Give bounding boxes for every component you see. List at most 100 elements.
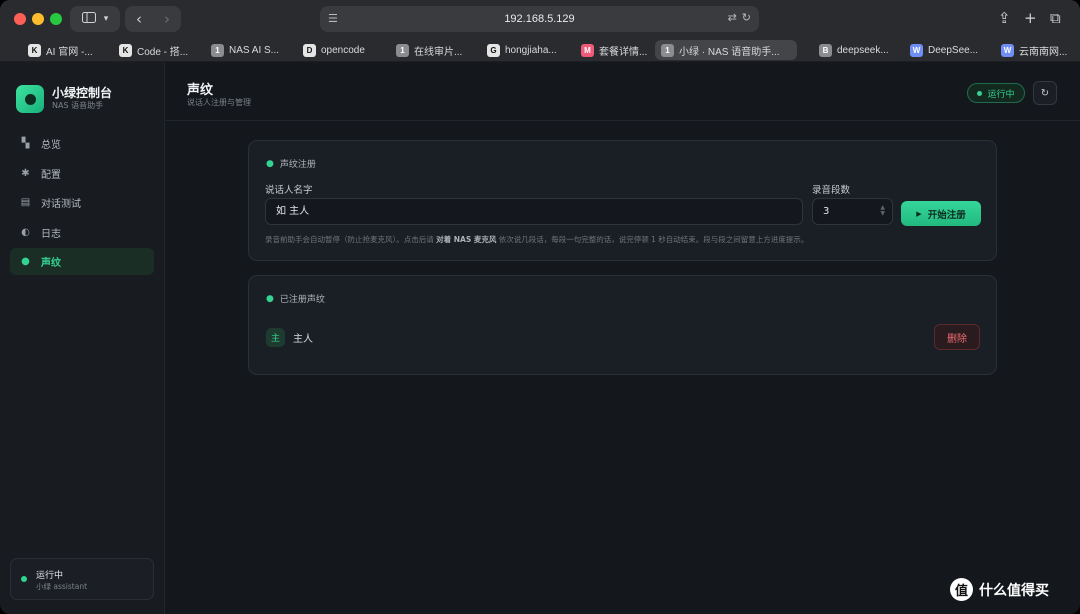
tab-favicon-icon: G <box>487 43 500 57</box>
status-title: 运行中 <box>36 571 64 581</box>
status-dot-icon <box>977 90 983 96</box>
list-item: 主 主人 <box>266 328 313 347</box>
tab-favicon-icon: W <box>1001 43 1014 57</box>
new-tab-icon[interactable]: + <box>1024 9 1037 27</box>
register-hint: 录音前助手会自动暂停（防止抢麦克风）。点击后请 对着 NAS 麦克风 依次说几段… <box>265 234 808 245</box>
hint-text: 依次说几段话，每段一句完整的话，说完停顿 1 秒自动结束。段与段之间留意上方进度… <box>496 235 809 244</box>
browser-tab[interactable]: Ghongjiaha... <box>481 40 561 60</box>
play-icon: ▶ <box>916 209 922 218</box>
grid-icon: ▚ <box>21 138 30 149</box>
tab-label: AI 官网 -... <box>46 46 93 58</box>
sidebar-status-card: 运行中 小绿 assistant <box>10 558 154 600</box>
sidebar-nav: ▚ 总览 ✱ 配置 ▤ 对话测试 ◐ 日志 ● 声纹 <box>10 130 154 278</box>
voiceprint-icon: ● <box>266 158 274 169</box>
brand-logo-icon <box>16 85 44 113</box>
brand-title: 小绿控制台 <box>52 86 113 100</box>
browser-tab[interactable]: Dopencode <box>297 40 377 60</box>
translate-icon[interactable]: ⇄ <box>728 11 737 24</box>
speaker-name-input[interactable]: 如 主人 <box>265 198 803 225</box>
app-root: 小绿控制台 NAS 语音助手 ▚ 总览 ✱ 配置 ▤ 对话测试 ◐ 日志 ● 声… <box>0 62 1080 614</box>
tab-label: 套餐详情... <box>599 46 648 58</box>
browser-tab[interactable]: W 云南南网... <box>995 40 1075 60</box>
voiceprint-name: 主人 <box>293 334 313 345</box>
sidebar-item-config[interactable]: ✱ 配置 <box>10 160 154 187</box>
status-badge: 运行中 <box>967 83 1025 103</box>
brand: 小绿控制台 NAS 语音助手 <box>16 85 112 113</box>
address-bar[interactable]: ☰ 192.168.5.129 ⇄ ↻ <box>320 6 759 32</box>
hint-text: 录音前助手会自动暂停（防止抢麦克风）。点击后请 <box>265 235 437 244</box>
watermark-logo: 值 <box>950 578 973 601</box>
brand-subtitle: NAS 语音助手 <box>52 101 104 110</box>
sidebar-item-chat-test[interactable]: ▤ 对话测试 <box>10 189 154 216</box>
chat-icon: ▤ <box>20 197 31 208</box>
tab-favicon-icon: 1 <box>661 43 674 57</box>
sidebar-item-label: 总览 <box>41 140 61 151</box>
forward-arrow-icon[interactable]: › <box>164 10 170 28</box>
status-badge-label: 运行中 <box>987 89 1015 100</box>
segments-value: 3 <box>823 206 830 217</box>
browser-tab[interactable]: K AI 官网 -... <box>22 40 104 60</box>
browser-tab[interactable]: 1 在线审片... <box>390 40 470 60</box>
delete-button[interactable]: 删除 <box>934 324 980 350</box>
share-icon[interactable]: ⇪ <box>998 9 1011 27</box>
page-subtitle: 说话人注册与管理 <box>187 98 251 107</box>
tab-favicon-icon: K <box>28 43 41 57</box>
tab-favicon-icon: B <box>819 43 832 57</box>
sidebar-item-label: 配置 <box>41 169 61 181</box>
sidebar-toggle-button[interactable]: ▾ <box>70 6 120 32</box>
card-heading: ● 声纹注册 <box>266 157 316 171</box>
refresh-icon: ↻ <box>1040 87 1050 99</box>
address-text: 192.168.5.129 <box>504 13 575 25</box>
tab-favicon-icon: D <box>303 43 316 57</box>
tab-label: hongjiaha... <box>505 44 557 56</box>
page-title: 声纹 <box>187 83 214 98</box>
hint-emphasis: 对着 NAS 麦克风 <box>436 235 497 244</box>
tab-overview-icon[interactable]: ⧉ <box>1050 9 1061 27</box>
sidebar-item-label: 日志 <box>41 228 61 240</box>
page-header: 声纹 说话人注册与管理 运行中 ↻ <box>166 62 1080 121</box>
status-subtitle: 小绿 assistant <box>36 582 88 591</box>
tab-label: deepseek... <box>837 44 889 56</box>
segments-label: 录音段数 <box>812 185 851 196</box>
tab-bar: K AI 官网 -... K Code - 搭... 1 NAS AI S... Dopen… <box>0 38 1080 62</box>
start-register-label: 开始注册 <box>927 209 966 221</box>
browser-tab[interactable]: 1 小绿 · NAS 语音助手... <box>655 40 797 60</box>
tab-favicon-icon: 1 <box>396 43 409 57</box>
close-window-button[interactable] <box>14 13 26 25</box>
sidebar-item-overview[interactable]: ▚ 总览 <box>10 130 154 157</box>
sidebar-item-label: 对话测试 <box>41 199 81 210</box>
card-heading: ● 已注册声纹 <box>266 292 325 306</box>
segments-number-input[interactable]: 3 ▲ ▼ <box>812 198 893 225</box>
browser-tab[interactable]: 1 NAS AI S... <box>205 40 285 60</box>
browser-tab[interactable]: K Code - 搭... <box>113 40 195 60</box>
voiceprint-register-card: ● 声纹注册 说话人名字 录音段数 如 主人 3 ▲ ▼ ▶ 开始注册 录音前助手… <box>248 140 997 261</box>
sidebar-item-label: 声纹 <box>41 258 61 269</box>
reload-icon[interactable]: ↻ <box>742 11 751 24</box>
user-icon: ● <box>266 293 274 304</box>
back-arrow-icon[interactable]: ‹ <box>136 10 142 28</box>
sidebar-item-logs[interactable]: ◐ 日志 <box>10 219 154 246</box>
browser-tab[interactable]: W DeepSee... <box>904 40 984 60</box>
stepper-arrows-icon[interactable]: ▲ ▼ <box>880 205 885 217</box>
page-settings-icon[interactable]: ☰ <box>328 12 338 25</box>
watermark: 值 什么值得买 <box>950 578 1049 601</box>
chevron-down-icon: ▾ <box>103 14 109 24</box>
sidebar-item-voiceprint[interactable]: ● 声纹 <box>10 248 154 275</box>
registered-voiceprints-card: ● 已注册声纹 主 主人 删除 <box>248 275 997 375</box>
zoom-window-button[interactable] <box>50 13 62 25</box>
gear-icon: ✱ <box>21 167 30 179</box>
browser-tab[interactable]: Bdeepseek... <box>813 40 893 60</box>
navigation-buttons: ‹ › <box>125 6 181 32</box>
browser-tab[interactable]: M 套餐详情... <box>575 40 655 60</box>
minimize-window-button[interactable] <box>32 13 44 25</box>
tab-label: NAS AI S... <box>229 44 280 56</box>
start-register-button[interactable]: ▶ 开始注册 <box>901 201 981 226</box>
sidebar-icon <box>81 11 96 27</box>
tab-favicon-icon: W <box>910 43 923 57</box>
browser-window: ▾ ‹ › ☰ 192.168.5.129 ⇄ ↻ ⇪ + ⧉ K AI 官网 -… <box>0 0 1080 614</box>
card-heading-label: 已注册声纹 <box>279 295 325 305</box>
half-circle-icon: ◐ <box>21 226 30 238</box>
avatar: 主 <box>266 328 285 347</box>
browser-toolbar: ▾ ‹ › ☰ 192.168.5.129 ⇄ ↻ ⇪ + ⧉ <box>0 0 1080 38</box>
refresh-button[interactable]: ↻ <box>1033 81 1057 105</box>
